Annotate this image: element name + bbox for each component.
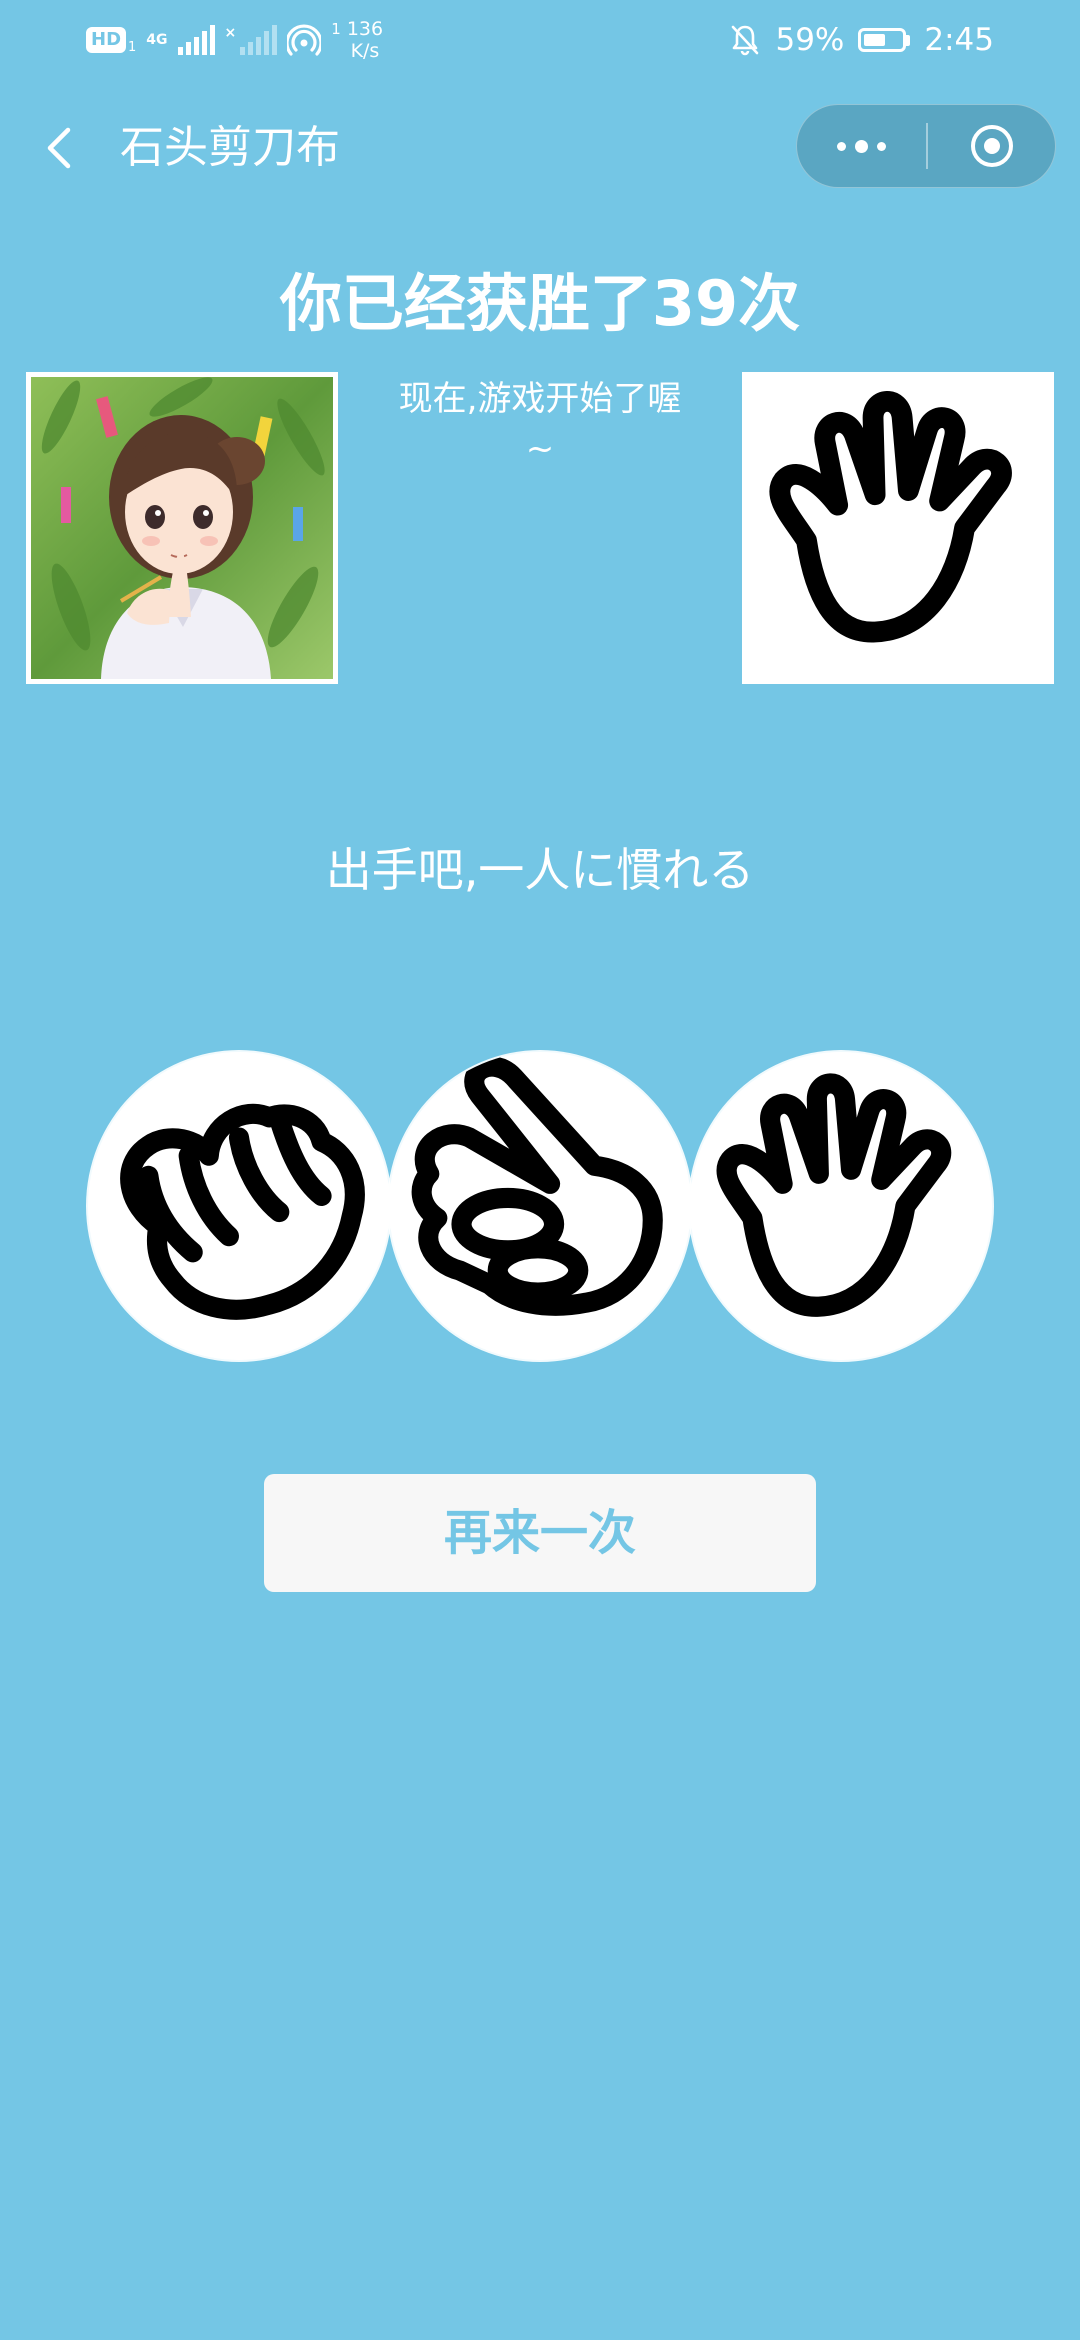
game-status-tilde: ~ [525,429,555,469]
no-signal-mark: × [224,25,237,41]
sim2-signal-icon [240,25,278,55]
close-miniprogram-button[interactable] [928,105,1055,187]
more-options-button[interactable] [797,105,926,187]
battery-percent: 59% [775,22,845,58]
battery-icon [858,28,911,52]
wins-counter: 你已经获胜了39次 [279,267,801,340]
bell-muted-icon [732,25,759,56]
player-avatar [26,372,338,684]
paper-choice-button[interactable] [690,1052,992,1360]
hand-choices [88,1052,992,1360]
status-bar-right: 59% 2:45 [729,14,994,66]
battery-level-fill [864,34,886,46]
target-circle-icon [970,125,1013,167]
game-status-line: 现在,游戏开始了喔 [398,379,682,419]
hd-sim-number: 1 [128,39,137,55]
hotspot-icon [287,24,322,56]
hotspot-count: 1 [331,20,341,38]
play-again-button[interactable]: 再来一次 [264,1474,816,1592]
network-speed: 136 K/s [347,18,383,62]
game-status-message: 现在,游戏开始了喔 ~ [360,374,720,474]
clock: 2:45 [924,22,994,58]
scissors-hand-icon [411,1056,663,1316]
scissors-choice-button[interactable] [389,1052,691,1360]
rock-choice-button[interactable] [88,1052,390,1360]
network-speed-unit: K/s [350,40,380,62]
play-prompt: 出手吧,一人に慣れる [325,843,755,897]
miniprogram-capsule [796,104,1056,188]
rock-hand-icon [120,1103,365,1320]
paper-hand-icon [716,1073,952,1317]
status-bar: HD 1 4G × 1 136 K/s 59% 2:45 [0,0,1080,80]
signal-strength-icon [177,25,215,55]
paper-hand-icon [769,391,1012,643]
opponent-hand-display [742,372,1054,684]
anime-girl-avatar-image [31,377,333,679]
page-title: 石头剪刀布 [120,122,340,173]
hd-voice-badge: HD [86,27,127,53]
network-type-label: 4G [146,32,168,48]
nav-bar: 石头剪刀布 [0,100,1080,196]
more-dots-icon [837,141,846,151]
network-speed-value: 136 [346,18,384,40]
status-bar-left: HD 1 4G × 1 136 K/s [86,14,383,66]
back-arrow-icon[interactable] [36,120,84,176]
